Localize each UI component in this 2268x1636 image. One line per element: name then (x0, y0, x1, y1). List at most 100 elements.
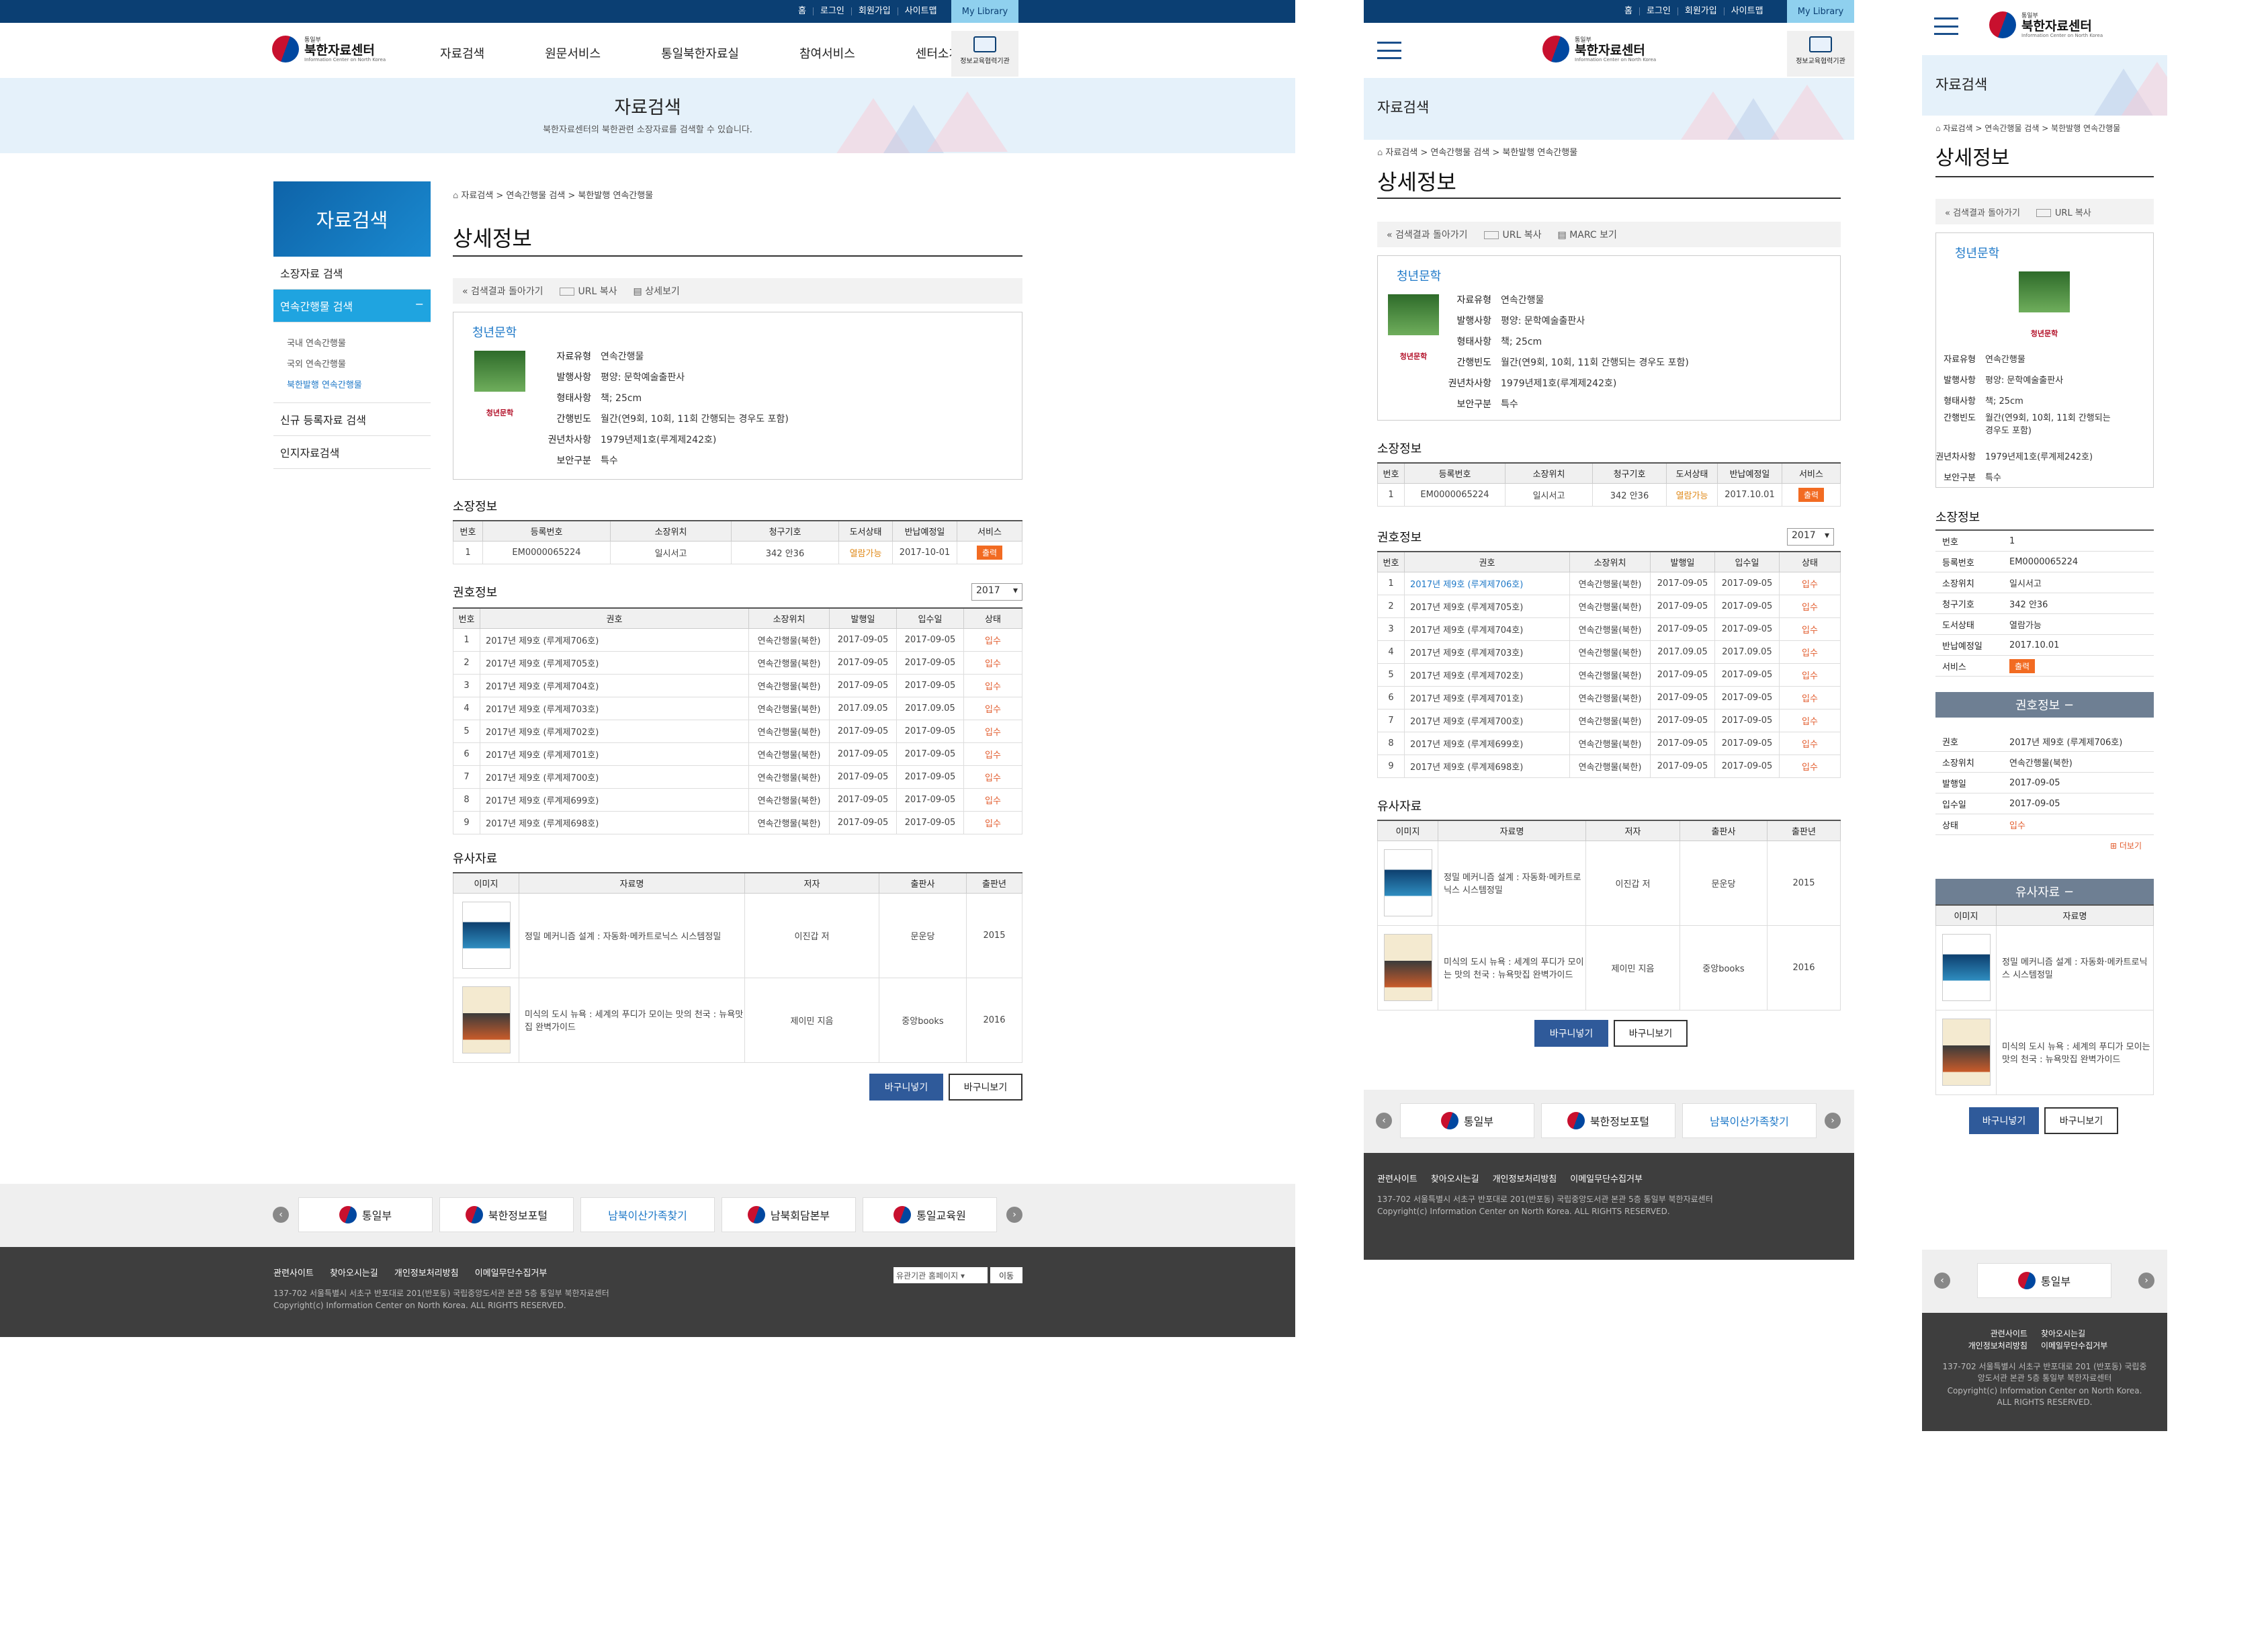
sitemap-link[interactable]: 사이트맵 (897, 7, 944, 15)
side-item-serials[interactable]: 연속간행물 검색 − (273, 290, 431, 322)
side-item-cognition[interactable]: 인지자료검색 (273, 436, 431, 469)
signup-link[interactable]: 회원가입 (850, 7, 898, 15)
back-to-results-button[interactable]: « 검색결과 돌아가기 (462, 284, 543, 298)
footer-directions[interactable]: 찾아오시는길 (330, 1268, 378, 1279)
table-row[interactable]: 8 2017년 제9호 (루계제699호) 연속간행물(북한) 2017-09-05 2… (453, 787, 1022, 812)
similar-table: 이미지 자료명 저자 출판사 출판년 정밀 메커니즘 설계 : 자동화·메카트로… (453, 872, 1022, 1063)
banner-strip: ‹ 통일부 북한정보포털 남북이산가족찾기 남북회담본부 통일교육원 › (0, 1184, 1295, 1247)
edu-partner-link[interactable]: 정보교육협력기관 (1787, 31, 1854, 77)
book-title: 청년문학 (472, 326, 517, 340)
page-title: 상세정보 (453, 226, 532, 251)
back-icon: « (1387, 230, 1396, 241)
go-button[interactable]: 이동 (990, 1267, 1022, 1283)
table-row[interactable]: 7 2017년 제9호 (루계제700호) 연속간행물(북한) 2017-09-05 2… (453, 765, 1022, 789)
detail-toolbar: « 검색결과 돌아가기 URL 복사 ▤ 상세보기 (453, 278, 1022, 304)
banner-talks[interactable]: 남북회담본부 (722, 1197, 856, 1232)
banner-family[interactable]: 남북이산가족찾기 (580, 1197, 715, 1232)
table-row[interactable]: 6 2017년 제9호 (루계제701호) 연속간행물(북한) 2017-09-05 2… (453, 742, 1022, 766)
table-row[interactable]: 1 2017년 제9호 (루계제706호) 연속간행물(북한) 2017-09-05 2… (453, 628, 1022, 652)
side-item-new[interactable]: 신규 등록자료 검색 (273, 403, 431, 436)
chevron-down-icon: ▾ (1012, 585, 1018, 596)
holding-table: 번호 등록번호 소장위치 청구기호 도서상태 반납예정일 서비스 1 EM000… (453, 520, 1022, 564)
doc-icon: ▤ (1557, 230, 1570, 241)
login-link[interactable]: 로그인 (812, 7, 851, 15)
book-cover-image (2019, 271, 2070, 340)
home-link[interactable]: 홈 (791, 7, 813, 15)
home-icon: ⌂ (453, 191, 462, 201)
government-emblem-icon (1989, 11, 2016, 38)
visual-title: 자료검색 (614, 97, 681, 118)
side-nav-title: 자료검색 (273, 181, 431, 257)
holding-section-title: 소장정보 (453, 500, 498, 514)
table-row[interactable]: 3 2017년 제9호 (루계제704호) 연속간행물(북한) 2017-09-05 2… (453, 673, 1022, 697)
visual-desc: 북한자료센터의 북한관련 소장자료를 검색할 수 있습니다. (543, 125, 752, 135)
desktop-view: 홈 로그인 회원가입 사이트맵 My Library 통일부 북한자료센터 In… (0, 0, 1295, 1337)
view-cart-button[interactable]: 바구니보기 (949, 1074, 1022, 1101)
sub-visual: 자료검색 북한자료센터의 북한관련 소장자료를 검색할 수 있습니다. (0, 78, 1295, 153)
volume-table: 번호 권호 소장위치 발행일 입수일 상태 1 2017년 제9호 (루계제706… (453, 607, 1022, 834)
add-to-cart-button[interactable]: 바구니넣기 (869, 1074, 943, 1101)
link-icon (559, 288, 574, 296)
similar-accordion[interactable]: 유사자료 − (1935, 879, 2154, 904)
footer-address: 137-702 서울특별시 서초구 반포대로 201(반포동) 국립중앙도서관 … (273, 1289, 609, 1298)
link-icon (1483, 231, 1499, 239)
chevron-right-icon[interactable]: › (1006, 1207, 1022, 1223)
url-copy-button[interactable]: URL 복사 (559, 284, 617, 298)
book-cover-image (474, 351, 525, 419)
table-row[interactable]: 9 2017년 제9호 (루계제698호) 연속간행물(북한) 2017-09-05 2… (453, 810, 1022, 834)
mobile-view: 통일부 북한자료센터 Information Center on North Kor… (1922, 0, 2167, 1431)
sub-item-domestic[interactable]: 국내 연속간행물 (273, 332, 431, 353)
footer-privacy[interactable]: 개인정보처리방침 (394, 1268, 459, 1279)
volume-accordion[interactable]: 권호정보 − (1935, 692, 2154, 718)
banner-edu[interactable]: 통일교육원 (863, 1197, 997, 1232)
my-library-link[interactable]: My Library (951, 0, 1018, 23)
emblem-icon (465, 1206, 483, 1223)
table-row[interactable]: 미식의 도시 뉴욕 : 세계의 푸디가 모이는 맛의 천국 : 뉴욕맛집 완벽가… (453, 977, 1022, 1063)
emblem-icon (339, 1206, 357, 1223)
chevron-down-icon: ▾ (960, 1271, 965, 1281)
nav-participation[interactable]: 참여서비스 (799, 44, 855, 62)
home-icon: ⌂ (1377, 148, 1386, 158)
table-row[interactable]: 정밀 메커니즘 설계 : 자동화·메카트로닉스 시스템정밀 이진갑 저 문운당 201… (453, 892, 1022, 978)
chevron-right-icon[interactable]: › (1825, 1113, 1841, 1129)
year-select[interactable]: 2017 ▾ (971, 583, 1022, 601)
sub-item-foreign[interactable]: 국외 연속간행물 (273, 353, 431, 374)
banner-nkinfo[interactable]: 북한정보포털 (439, 1197, 574, 1232)
main-nav: 자료검색 원문서비스 통일북한자료실 참여서비스 센터소개 (440, 44, 960, 62)
sub-item-nk[interactable]: 북한발행 연속간행물 (273, 374, 431, 394)
menu-icon[interactable] (1934, 17, 1958, 35)
edu-partner-link[interactable]: 정보교육협력기관 (951, 31, 1018, 77)
chevron-left-icon[interactable]: ‹ (273, 1207, 289, 1223)
more-link[interactable]: ⊞ 더보기 (2110, 840, 2142, 851)
top-bar: 홈 로그인 회원가입 사이트맵 My Library (0, 0, 1295, 23)
site-logo[interactable]: 통일부 북한자료센터 Information Center on North K… (272, 35, 386, 62)
table-row[interactable]: 4 2017년 제9호 (루계제703호) 연속간행물(북한) 2017.09.05 2… (453, 696, 1022, 720)
government-emblem-icon (272, 35, 299, 62)
tablet-view: 홈 로그인 회원가입 사이트맵 My Library 통일부 북한자료센터 Info… (1364, 0, 1854, 1260)
table-row[interactable]: 2 2017년 제9호 (루계제705호) 연속간행물(북한) 2017-09-05 2… (453, 650, 1022, 675)
side-item-holdings[interactable]: 소장자료 검색 (273, 257, 431, 290)
chevron-left-icon[interactable]: ‹ (1376, 1113, 1392, 1129)
related-site-select[interactable]: 유관기관 홈페이지 ▾ (893, 1267, 988, 1283)
table-row: 1 EM0000065224 일시서고 342 안36 열람가능 2017-10… (453, 540, 1022, 564)
footer-copyright: Copyright(c) Information Center on North… (273, 1301, 566, 1310)
emblem-icon (893, 1206, 912, 1223)
nav-search[interactable]: 자료검색 (440, 44, 484, 62)
print-button[interactable]: 출력 (976, 545, 1003, 560)
link-icon (2036, 209, 2051, 217)
minus-icon: − (415, 298, 424, 310)
banner-unikorea[interactable]: 통일부 (298, 1197, 433, 1232)
plus-icon: ⊞ (2110, 841, 2120, 851)
nav-unification-room[interactable]: 통일북한자료실 (661, 44, 739, 62)
detail-view-button[interactable]: ▤ 상세보기 (634, 284, 680, 298)
nav-original[interactable]: 원문서비스 (545, 44, 601, 62)
back-icon: « (462, 286, 472, 297)
footer: 관련사이트 찾아오시는길 개인정보처리방침 이메일무단수집거부 137-702 … (0, 1247, 1295, 1337)
site-logo[interactable]: 통일부 북한자료센터 Information Center on North Kor… (1542, 35, 1656, 62)
footer-related[interactable]: 관련사이트 (273, 1268, 314, 1279)
menu-icon[interactable] (1377, 42, 1401, 59)
site-logo[interactable]: 통일부 북한자료센터 Information Center on North Kor… (1989, 11, 2103, 38)
footer-email[interactable]: 이메일무단수집거부 (475, 1268, 548, 1279)
table-row[interactable]: 5 2017년 제9호 (루계제702호) 연속간행물(북한) 2017-09-05 2… (453, 719, 1022, 743)
laptop-icon (1809, 36, 1832, 52)
